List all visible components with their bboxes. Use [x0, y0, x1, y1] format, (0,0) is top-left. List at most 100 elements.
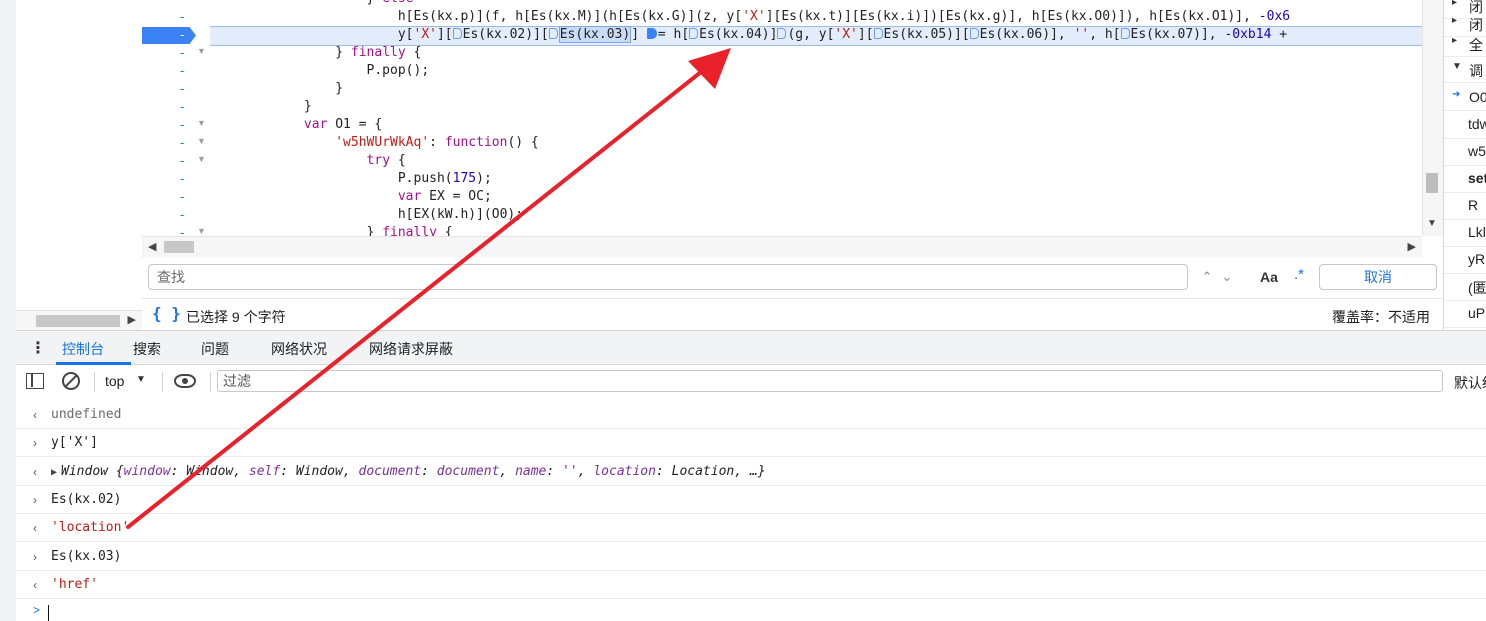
- tab-network-request-blocking[interactable]: 网络请求屏蔽: [369, 339, 453, 359]
- console-input-row[interactable]: › y['X']: [16, 429, 1486, 458]
- expand-triangle-icon[interactable]: ▶: [51, 467, 57, 478]
- console-result-row[interactable]: ‹ undefined: [16, 401, 1486, 429]
- console-prompt[interactable]: >: [16, 601, 1486, 621]
- sidebar-toggle-icon[interactable]: [26, 373, 44, 389]
- console-result-row[interactable]: ‹ 'location': [16, 514, 1486, 543]
- gutter-line[interactable]: -: [142, 206, 210, 224]
- editor-horizontal-scrollbar[interactable]: ◀ ▶: [142, 236, 1422, 257]
- live-expression-eye-icon[interactable]: [174, 374, 196, 388]
- active-inline-breakpoint-icon[interactable]: [646, 28, 657, 39]
- chevron-down-icon[interactable]: ▼: [136, 374, 146, 385]
- navigator-horizontal-scrollbar[interactable]: ▶: [16, 310, 142, 331]
- find-input[interactable]: [148, 264, 1188, 290]
- console-output[interactable]: > ‹ undefined › y['X'] ‹ ▶ Window {window: Win…: [16, 399, 1486, 621]
- scope-item[interactable]: Lkl: [1444, 220, 1486, 247]
- code-line[interactable]: var EX = OC;: [210, 188, 492, 206]
- scope-item[interactable]: w5: [1444, 139, 1486, 166]
- fold-chevron-icon[interactable]: ▼: [197, 46, 206, 56]
- expand-arrow-icon[interactable]: ▸: [1452, 35, 1457, 46]
- paused-execution-code-line[interactable]: y['X'][Es(kx.02)][Es(kx.03)] = h[Es(kx.0…: [210, 26, 1287, 44]
- fold-chevron-icon[interactable]: ▼: [197, 136, 206, 146]
- tab-network-conditions[interactable]: 网络状况: [271, 339, 327, 359]
- match-case-toggle[interactable]: Aa: [1260, 269, 1278, 285]
- code-line[interactable]: } else: [210, 0, 414, 8]
- code-line[interactable]: } finally {: [210, 44, 421, 62]
- inline-breakpoint-icon[interactable]: [777, 28, 787, 39]
- toolbar-divider: [94, 372, 95, 392]
- fold-chevron-icon[interactable]: ▼: [197, 118, 206, 128]
- gutter-line[interactable]: - ▼: [142, 224, 210, 236]
- find-next-icon[interactable]: ⌄: [1217, 266, 1237, 290]
- gutter-line[interactable]: - ▼: [142, 44, 210, 62]
- inline-breakpoint-icon[interactable]: [873, 28, 883, 39]
- console-input-row[interactable]: › Es(kx.03): [16, 543, 1486, 571]
- source-editor[interactable]: ---▼----▼-▼-▼----▼ - } else h[Es(kx.p)](…: [142, 0, 1422, 236]
- current-frame-arrow-icon[interactable]: ➜: [1452, 89, 1460, 100]
- log-levels-dropdown[interactable]: 默认级别: [1454, 373, 1486, 393]
- scope-item[interactable]: yR: [1444, 247, 1486, 274]
- scope-item[interactable]: ➜ O0: [1444, 84, 1486, 111]
- code-line[interactable]: } finally {: [210, 224, 453, 236]
- inline-breakpoint-icon[interactable]: [969, 28, 979, 39]
- code-line[interactable]: P.push(175);: [210, 170, 492, 188]
- gutter-line[interactable]: - ▼: [142, 116, 210, 134]
- scope-item[interactable]: ▸ 全: [1444, 30, 1486, 57]
- gutter-line[interactable]: -: [142, 62, 210, 80]
- breakpoint-marker[interactable]: -: [142, 27, 196, 44]
- scope-item[interactable]: set: [1444, 166, 1486, 193]
- scroll-right-arrow-icon[interactable]: ▶: [128, 313, 136, 326]
- expand-arrow-icon[interactable]: ▸: [1452, 0, 1457, 8]
- console-filter-input[interactable]: [217, 370, 1443, 392]
- gutter-line[interactable]: - ▼: [142, 134, 210, 152]
- code-line[interactable]: 'w5hWUrWkAq': function() {: [210, 134, 539, 152]
- inline-breakpoint-icon[interactable]: [689, 28, 699, 39]
- expand-arrow-icon[interactable]: ▼: [1452, 61, 1462, 72]
- regex-toggle[interactable]: .*: [1294, 266, 1304, 283]
- fold-chevron-icon[interactable]: ▼: [197, 154, 206, 164]
- scrollbar-thumb[interactable]: [1426, 173, 1438, 193]
- gutter-line[interactable]: -: [142, 0, 210, 8]
- gutter-line[interactable]: -: [142, 98, 210, 116]
- code-area[interactable]: } else h[Es(kx.p)](f, h[Es(kx.M)](h[Es(k…: [210, 0, 1422, 236]
- scroll-down-arrow-icon[interactable]: ▼: [1427, 218, 1437, 229]
- code-line[interactable]: P.pop();: [210, 62, 430, 80]
- code-line[interactable]: var O1 = {: [210, 116, 382, 134]
- clear-console-icon[interactable]: [62, 372, 80, 390]
- more-options-icon[interactable]: ⋮: [30, 338, 46, 358]
- cancel-button[interactable]: 取消: [1319, 264, 1437, 290]
- gutter-line[interactable]: - ▼: [142, 152, 210, 170]
- scrollbar-thumb[interactable]: [164, 241, 194, 253]
- console-result-row[interactable]: ‹ 'href': [16, 571, 1486, 599]
- code-line[interactable]: }: [210, 80, 343, 98]
- expand-arrow-icon[interactable]: ▸: [1452, 15, 1457, 26]
- pretty-print-icon[interactable]: { }: [152, 304, 181, 323]
- console-input-row[interactable]: › Es(kx.02): [16, 486, 1486, 514]
- inline-breakpoint-icon[interactable]: [548, 28, 558, 39]
- gutter-line[interactable]: -: [142, 8, 210, 26]
- tab-search[interactable]: 搜索: [133, 339, 161, 359]
- code-line[interactable]: try {: [210, 152, 406, 170]
- scroll-left-arrow-icon[interactable]: ◀: [148, 240, 156, 253]
- scope-item[interactable]: tdw: [1444, 112, 1486, 139]
- scope-item[interactable]: ▼ 调: [1444, 56, 1486, 83]
- execution-context-select[interactable]: top: [105, 373, 124, 389]
- gutter-line[interactable]: -: [142, 80, 210, 98]
- scope-item[interactable]: uP: [1444, 301, 1486, 328]
- gutter-line[interactable]: -: [142, 170, 210, 188]
- tab-issues[interactable]: 问题: [201, 339, 229, 359]
- fold-chevron-icon[interactable]: ▼: [197, 226, 206, 236]
- scope-item[interactable]: (匿: [1444, 274, 1486, 301]
- editor-vertical-scrollbar[interactable]: ▼: [1422, 0, 1443, 236]
- code-line[interactable]: h[Es(kx.p)](f, h[Es(kx.M)](h[Es(kx.G)](z…: [210, 8, 1290, 26]
- scope-item[interactable]: R: [1444, 193, 1486, 220]
- tab-console[interactable]: 控制台: [62, 339, 104, 359]
- scrollbar-thumb[interactable]: [36, 315, 120, 327]
- scroll-right-arrow-icon[interactable]: ▶: [1408, 240, 1416, 253]
- find-previous-icon[interactable]: ⌃: [1197, 266, 1217, 290]
- inline-breakpoint-icon[interactable]: [452, 28, 462, 39]
- code-line[interactable]: h[EX(kW.h)](O0);: [210, 206, 523, 224]
- code-line[interactable]: }: [210, 98, 312, 116]
- console-result-row[interactable]: ‹ ▶ Window {window: Window, self: Window, …: [16, 458, 1486, 486]
- gutter-line[interactable]: -: [142, 188, 210, 206]
- inline-breakpoint-icon[interactable]: [1120, 28, 1130, 39]
